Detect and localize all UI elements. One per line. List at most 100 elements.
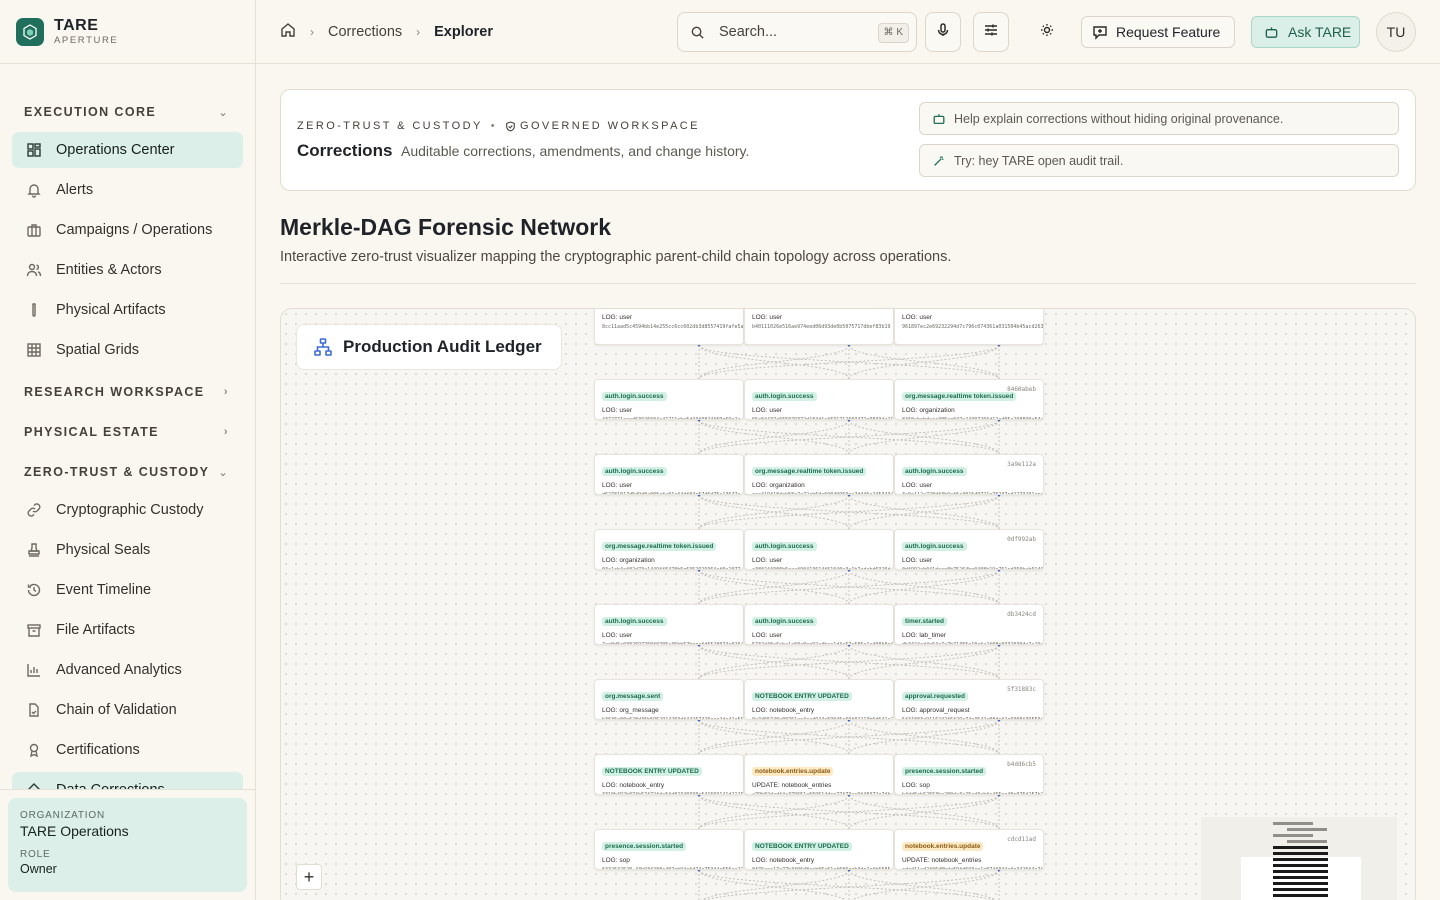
sidebar-item-operations-center[interactable]: Operations Center: [12, 132, 243, 168]
node-hash: 8460abebdacc305ce047c2430720fd12ed05c298…: [902, 417, 1044, 420]
sidebar-section-zero-trust[interactable]: ZERO-TRUST & CUSTODY ⌄: [12, 452, 243, 492]
sidebar-item-campaigns[interactable]: Campaigns / Operations: [12, 212, 243, 248]
section-label: RESEARCH WORKSPACE: [24, 385, 205, 399]
sidebar-item-cryptographic-custody[interactable]: Cryptographic Custody: [12, 492, 243, 528]
dag-edge: [698, 344, 850, 380]
brand[interactable]: TARE APERTURE: [0, 0, 255, 64]
sidebar-section-research-workspace[interactable]: RESEARCH WORKSPACE ›: [12, 372, 243, 412]
sidebar-item-spatial-grids[interactable]: Spatial Grids: [12, 332, 243, 368]
dag-node[interactable]: auth.login.success LOG: user 7ae0d6c038269…: [594, 604, 744, 645]
dag-node[interactable]: org.message.realtime token.issued 8460abe…: [894, 379, 1044, 420]
dag-node[interactable]: notebook.entries.update UPDATE: notebook_…: [744, 754, 894, 795]
sidebar-section-execution-core[interactable]: EXECUTION CORE ⌄: [12, 92, 243, 132]
workspace-header-card: ZERO-TRUST & CUSTODY • GOVERNED WORKSPAC…: [280, 89, 1416, 191]
dag-edge: [698, 644, 850, 680]
node-hash: c380244900b5eaaf90413614f51040a3a1b7adcb…: [752, 567, 891, 570]
ask-tare-button[interactable]: Ask TARE: [1251, 16, 1360, 48]
dag-node[interactable]: approval.requested 5f31883c LOG: approval_…: [894, 679, 1044, 720]
link-icon: [26, 502, 42, 518]
chevron-right-icon: ›: [223, 386, 229, 398]
dag-node[interactable]: timer.started db3424cd LOG: lab_timer db342…: [894, 604, 1044, 645]
dag-edge: [848, 569, 1000, 605]
dag-node[interactable]: org.message.realtime token.issued LOG: or…: [594, 529, 744, 570]
voice-button[interactable]: [925, 12, 961, 52]
hash-tag: db3424cd: [1007, 611, 1036, 618]
dag-node[interactable]: auth.login.success LOG: user 65e84437c6650…: [744, 379, 894, 420]
chevron-right-icon: ›: [416, 24, 421, 39]
node-log: LOG: user: [752, 632, 782, 639]
dag-node[interactable]: auth.login.success 3a9e112a LOG: user 3a9e1…: [894, 454, 1044, 495]
node-log: LOG: approval_request: [902, 707, 970, 714]
dag-node[interactable]: NOTEBOOK ENTRY UPDATED LOG: notebook_entr…: [744, 829, 894, 870]
organization-card[interactable]: ORGANIZATION TARE Operations ROLE Owner: [8, 798, 247, 892]
dag-node[interactable]: org.message.sent LOG: org_message b3636e00…: [594, 679, 744, 720]
sidebar-item-label: Chain of Validation: [56, 702, 177, 718]
dag-node[interactable]: auth.login.success 0df992ab LOG: user 0df99…: [894, 529, 1044, 570]
sidebar-item-data-corrections[interactable]: Data Corrections: [12, 772, 243, 790]
minimap-node: [1273, 846, 1328, 849]
stamp-icon: [26, 542, 42, 558]
dag-node[interactable]: auth.login.success LOG: user c380244900b5e…: [744, 529, 894, 570]
sidebar-item-label: Advanced Analytics: [56, 662, 182, 678]
shield-icon: [505, 120, 516, 132]
event-badge: approval.requested: [902, 692, 968, 701]
request-feature-button[interactable]: Request Feature: [1081, 16, 1235, 48]
dag-edge: [848, 869, 997, 900]
event-badge: notebook.entries.update: [902, 842, 984, 851]
vial-icon: [26, 302, 42, 318]
zoom-in-button[interactable]: +: [296, 864, 322, 890]
hierarchy-icon: [313, 337, 333, 357]
dag-node[interactable]: notebook.entries.update cdcd11ad UPDATE: n…: [894, 829, 1044, 870]
theme-toggle-button[interactable]: [1029, 12, 1065, 52]
dag-edge: [848, 494, 1000, 530]
sidebar-item-entities[interactable]: Entities & Actors: [12, 252, 243, 288]
sidebar-item-label: Event Timeline: [56, 582, 152, 598]
node-hash: db3424cd4e64c7a7b71355e10efa2f08c0332030…: [902, 642, 1044, 645]
bell-icon: [26, 182, 42, 198]
minimap[interactable]: [1201, 817, 1397, 900]
sidebar-item-chain-of-validation[interactable]: Chain of Validation: [12, 692, 243, 728]
dag-node[interactable]: presence.session.started LOG: sop 63326425…: [594, 829, 744, 870]
node-hash: 7ae0d6c0382697760f0705a36bb57beeafd55280…: [602, 642, 744, 645]
dag-node[interactable]: NOTEBOOK ENTRY UPDATED LOG: notebook_entr…: [594, 754, 744, 795]
sidebar-item-alerts[interactable]: Alerts: [12, 172, 243, 208]
merkle-dag-canvas[interactable]: LOG: user 8cc11aad5c4594bb14e255cc6cc602d…: [280, 308, 1416, 900]
sidebar-item-label: Entities & Actors: [56, 262, 162, 278]
home-icon[interactable]: [280, 22, 296, 42]
dag-node[interactable]: auth.login.success LOG: user 4372771aacd63…: [594, 379, 744, 420]
ledger-title-panel: Production Audit Ledger: [296, 324, 562, 370]
hash-tag: 3a9e112a: [1007, 461, 1036, 468]
dag-node[interactable]: org.message.realtime token.issued LOG: or…: [744, 454, 894, 495]
event-badge: NOTEBOOK ENTRY UPDATED: [752, 692, 852, 701]
grid-table-icon: [26, 342, 42, 358]
dag-node[interactable]: LOG: user 8cc11aad5c4594bb14e255cc6cc602d…: [594, 309, 744, 345]
dag-node[interactable]: auth.login.success LOG: user d62781017d5d9…: [594, 454, 744, 495]
dag-node[interactable]: presence.session.started b4dd6cb5 LOG: sop…: [894, 754, 1044, 795]
sidebar-item-advanced-analytics[interactable]: Advanced Analytics: [12, 652, 243, 688]
filters-button[interactable]: [973, 12, 1009, 52]
dag-node[interactable]: LOG: user b40111026e516ae974eed06d93de0b5…: [744, 309, 894, 345]
sidebar-item-physical-seals[interactable]: Physical Seals: [12, 532, 243, 568]
breadcrumb-corrections[interactable]: Corrections: [328, 24, 402, 40]
node-hash: 6332642528 43b93f288c407eb94efd74c75344c…: [602, 867, 744, 870]
sun-icon: [1039, 22, 1055, 43]
award-icon: [26, 742, 42, 758]
dag-edge: [698, 869, 847, 900]
sidebar-item-physical-artifacts[interactable]: Physical Artifacts: [12, 292, 243, 328]
section-label: EXECUTION CORE: [24, 105, 157, 119]
sidebar-item-certifications[interactable]: Certifications: [12, 732, 243, 768]
dag-edge: [698, 569, 850, 605]
sidebar-item-event-timeline[interactable]: Event Timeline: [12, 572, 243, 608]
assist-prompt-input[interactable]: Help explain corrections without hiding …: [919, 102, 1399, 135]
voice-hint-input[interactable]: Try: hey TARE open audit trail.: [919, 144, 1399, 177]
sidebar-section-physical-estate[interactable]: PHYSICAL ESTATE ›: [12, 412, 243, 452]
sidebar-item-file-artifacts[interactable]: File Artifacts: [12, 612, 243, 648]
dag-node[interactable]: LOG: user 961897ec2e69232294d7c796c074361…: [894, 309, 1044, 345]
dag-node[interactable]: auth.login.success LOG: user 5732d48c6cba1…: [744, 604, 894, 645]
search-input[interactable]: Search... ⌘ K: [677, 12, 917, 52]
dag-edge: [698, 344, 850, 380]
dag-edge: [848, 644, 1000, 680]
avatar[interactable]: TU: [1376, 12, 1416, 52]
dag-node[interactable]: NOTEBOOK ENTRY UPDATED LOG: notebook_entr…: [744, 679, 894, 720]
dag-edge: [848, 419, 1000, 455]
